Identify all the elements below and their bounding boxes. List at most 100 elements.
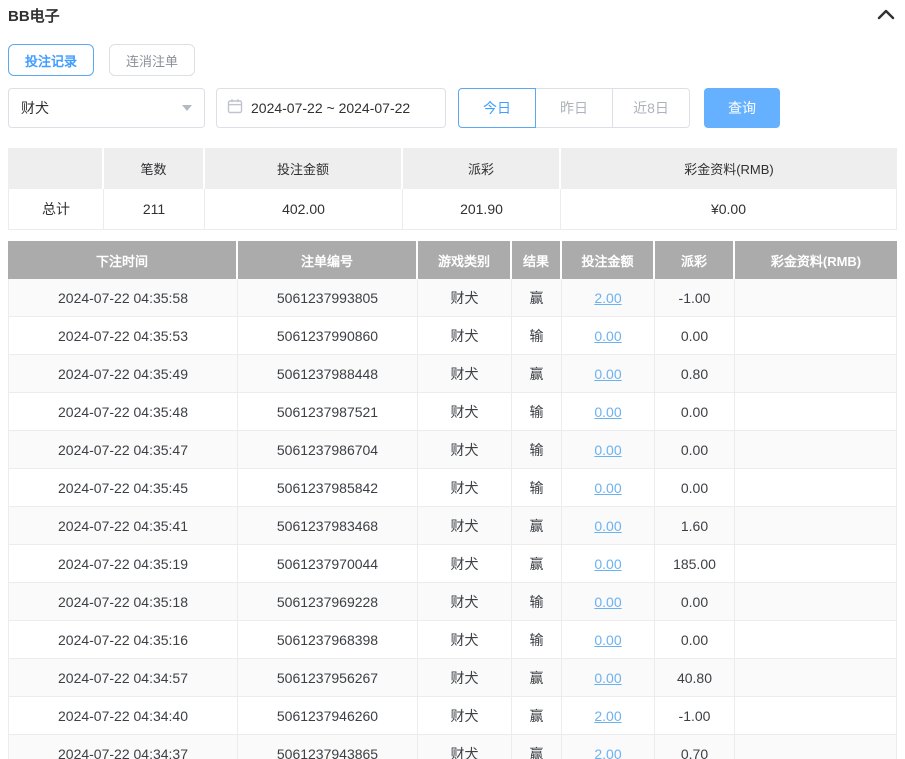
cell-order-id: 5061237993805: [238, 279, 418, 316]
summary-header-count: 笔数: [104, 148, 205, 189]
cell-game-type: 财犬: [418, 659, 512, 696]
cell-result: 输: [512, 393, 562, 430]
cell-bet-time: 2024-07-22 04:35:58: [8, 279, 238, 316]
records-table-header: 下注时间 注单编号 游戏类别 结果 投注金额 派彩 彩金资料(RMB): [8, 241, 897, 279]
cell-payout: 1.60: [655, 507, 735, 544]
tab-bet-records[interactable]: 投注记录: [8, 44, 95, 76]
cell-jackpot: [735, 393, 897, 430]
bet-amount-link[interactable]: 0.00: [594, 404, 621, 420]
cell-order-id: 5061237987521: [238, 393, 418, 430]
summary-table: 笔数 投注金额 派彩 彩金资料(RMB) 总计 211 402.00 201.9…: [8, 148, 897, 230]
cell-result: 输: [512, 621, 562, 658]
cell-bet-time: 2024-07-22 04:35:19: [8, 545, 238, 582]
summary-total-payout: 201.90: [403, 189, 561, 229]
cell-order-id: 5061237943865: [238, 735, 418, 759]
bet-amount-link[interactable]: 0.00: [594, 480, 621, 496]
table-row: 2024-07-22 04:35:49 5061237988448 财犬 赢 0…: [8, 355, 897, 393]
cell-bet-time: 2024-07-22 04:34:37: [8, 735, 238, 759]
cell-jackpot: [735, 507, 897, 544]
cell-order-id: 5061237956267: [238, 659, 418, 696]
cell-result: 输: [512, 317, 562, 354]
cell-bet-amount: 0.00: [562, 583, 655, 620]
bet-amount-link[interactable]: 0.00: [594, 366, 621, 382]
cell-payout: 0.70: [655, 735, 735, 759]
summary-total-row: 总计 211 402.00 201.90 ¥0.00: [8, 189, 897, 230]
cell-payout: 0.00: [655, 393, 735, 430]
page-title: BB电子: [8, 7, 60, 25]
cell-payout: 0.00: [655, 621, 735, 658]
cell-bet-amount: 0.00: [562, 507, 655, 544]
cell-order-id: 5061237946260: [238, 697, 418, 734]
date-range-input[interactable]: 2024-07-22 ~ 2024-07-22: [216, 88, 446, 128]
cell-payout: 0.00: [655, 469, 735, 506]
cell-jackpot: [735, 735, 897, 759]
bet-amount-link[interactable]: 0.00: [594, 632, 621, 648]
cell-bet-amount: 0.00: [562, 621, 655, 658]
game-select-value: 财犬: [21, 100, 49, 116]
cell-payout: -1.00: [655, 697, 735, 734]
cell-payout: 0.00: [655, 583, 735, 620]
table-row: 2024-07-22 04:35:58 5061237993805 财犬 赢 2…: [8, 279, 897, 317]
records-header-game: 游戏类别: [418, 241, 512, 279]
bet-amount-link[interactable]: 2.00: [594, 708, 621, 724]
cell-jackpot: [735, 697, 897, 734]
cell-bet-amount: 0.00: [562, 317, 655, 354]
table-row: 2024-07-22 04:34:40 5061237946260 财犬 赢 2…: [8, 697, 897, 735]
cell-bet-amount: 2.00: [562, 697, 655, 734]
quick-range-yesterday-button[interactable]: 昨日: [535, 88, 613, 128]
cell-bet-time: 2024-07-22 04:34:40: [8, 697, 238, 734]
cell-payout: 0.00: [655, 431, 735, 468]
records-table-body: 2024-07-22 04:35:58 5061237993805 财犬 赢 2…: [8, 279, 897, 759]
bet-amount-link[interactable]: 0.00: [594, 328, 621, 344]
bet-amount-link[interactable]: 0.00: [594, 670, 621, 686]
cell-payout: 40.80: [655, 659, 735, 696]
cell-order-id: 5061237970044: [238, 545, 418, 582]
bet-amount-link[interactable]: 0.00: [594, 556, 621, 572]
bet-amount-link[interactable]: 0.00: [594, 442, 621, 458]
cell-game-type: 财犬: [418, 735, 512, 759]
cell-order-id: 5061237983468: [238, 507, 418, 544]
cell-order-id: 5061237990860: [238, 317, 418, 354]
records-header-jackpot: 彩金资料(RMB): [735, 241, 897, 279]
search-button[interactable]: 查询: [704, 88, 780, 128]
table-row: 2024-07-22 04:35:41 5061237983468 财犬 赢 0…: [8, 507, 897, 545]
cell-result: 赢: [512, 279, 562, 316]
table-row: 2024-07-22 04:35:19 5061237970044 财犬 赢 0…: [8, 545, 897, 583]
table-row: 2024-07-22 04:35:45 5061237985842 财犬 输 0…: [8, 469, 897, 507]
cell-bet-amount: 2.00: [562, 735, 655, 759]
summary-total-label: 总计: [8, 189, 104, 229]
game-select[interactable]: 财犬: [8, 88, 205, 128]
summary-total-bet-amount: 402.00: [205, 189, 403, 229]
collapse-panel-button[interactable]: [875, 4, 897, 26]
records-header-bet: 投注金额: [562, 241, 655, 279]
summary-header-blank: [8, 148, 104, 189]
cell-result: 赢: [512, 545, 562, 582]
cell-order-id: 5061237969228: [238, 583, 418, 620]
table-row: 2024-07-22 04:35:48 5061237987521 财犬 输 0…: [8, 393, 897, 431]
cell-jackpot: [735, 659, 897, 696]
bet-amount-link[interactable]: 2.00: [594, 290, 621, 306]
bet-amount-link[interactable]: 0.00: [594, 518, 621, 534]
quick-range-8days-button[interactable]: 近8日: [612, 88, 690, 128]
cell-game-type: 财犬: [418, 507, 512, 544]
records-header-time: 下注时间: [8, 241, 238, 279]
table-row: 2024-07-22 04:35:53 5061237990860 财犬 输 0…: [8, 317, 897, 355]
cell-jackpot: [735, 545, 897, 582]
cell-payout: -1.00: [655, 279, 735, 316]
cell-result: 输: [512, 583, 562, 620]
cell-game-type: 财犬: [418, 545, 512, 582]
cell-result: 赢: [512, 697, 562, 734]
cell-result: 赢: [512, 735, 562, 759]
table-row: 2024-07-22 04:34:57 5061237956267 财犬 赢 0…: [8, 659, 897, 697]
cell-payout: 0.00: [655, 317, 735, 354]
cell-result: 赢: [512, 507, 562, 544]
cell-game-type: 财犬: [418, 697, 512, 734]
cell-bet-amount: 2.00: [562, 279, 655, 316]
bet-amount-link[interactable]: 2.00: [594, 746, 621, 759]
quick-range-today-button[interactable]: 今日: [458, 88, 536, 128]
bet-amount-link[interactable]: 0.00: [594, 594, 621, 610]
cell-bet-amount: 0.00: [562, 659, 655, 696]
tab-cancelled-orders[interactable]: 连消注单: [109, 44, 196, 76]
cell-bet-time: 2024-07-22 04:35:18: [8, 583, 238, 620]
cell-bet-amount: 0.00: [562, 355, 655, 392]
